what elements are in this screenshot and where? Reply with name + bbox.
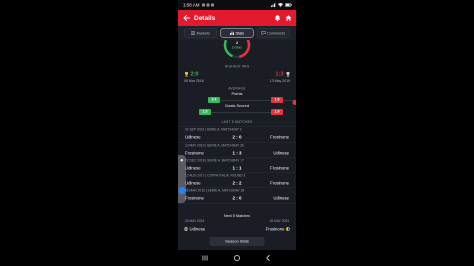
tab-stats[interactable]: Stats: [220, 28, 254, 38]
markets-icon: [191, 31, 196, 35]
next-matches-title: Next 5 Matches: [223, 213, 251, 219]
screen-recorder-widget[interactable]: [178, 155, 186, 203]
match-meta: 22 DEC 2018 | SERIE A, MATCHDAY 17: [185, 159, 244, 163]
next-home-team-name: Udinese: [189, 226, 206, 232]
recorder-dot-icon: [180, 159, 183, 162]
notification-icons: [202, 3, 214, 7]
tab-label: Comments: [267, 30, 286, 36]
next-away-team: Frosinone: [266, 226, 290, 233]
match-meta: 06 MAR 2016 | SERIE A, MATCHDAY 28: [185, 189, 245, 193]
points-away-value: 1.6: [271, 97, 283, 103]
next-match-row[interactable]: Udinese Frosinone: [178, 226, 296, 233]
signal-icon: [271, 2, 276, 7]
match-item[interactable]: 22 DEC 2018 | SERIE A, MATCHDAY 17 Udine…: [178, 157, 296, 173]
home-icon[interactable]: [285, 15, 292, 22]
draws-label: Draws: [232, 46, 242, 50]
status-time: 1:58 AM: [183, 2, 200, 8]
match-item[interactable]: 02 SEP 2023 | SERIE A, MATCHDAY 3 Udines…: [178, 126, 296, 142]
goals-home-value: 1.3: [199, 109, 211, 115]
away-team: Udinese: [273, 195, 289, 201]
match-meta: 02 SEP 2023 | SERIE A, MATCHDAY 3: [185, 128, 242, 132]
highest-win-home-score: 2:0: [190, 71, 199, 77]
match-item[interactable]: 12 AUG 2017 | COPPA ITALIA, ROUND 3 Udin…: [178, 172, 296, 188]
udinese-logo: [184, 227, 188, 231]
points-track: [220, 100, 296, 101]
tab-bar: Markets Stats Comments: [178, 26, 296, 40]
tab-label: Markets: [196, 30, 210, 36]
page-title: Details: [194, 14, 216, 22]
recent-apps-icon[interactable]: [202, 255, 209, 262]
trophy-icon: [185, 72, 188, 77]
away-team: Frosinone: [270, 165, 289, 171]
highest-win-title: HIGHEST WIN: [224, 65, 250, 69]
season-stats-button[interactable]: Season Stats: [209, 237, 265, 246]
match-row: Udinese 2 : 2 Frosinone: [178, 180, 296, 187]
arrow-left-icon[interactable]: [183, 14, 191, 22]
next-away-team-name: Frosinone: [265, 226, 285, 232]
match-meta: 12 AUG 2017 | COPPA ITALIA, ROUND 3: [185, 174, 246, 178]
tab-label: Stats: [235, 30, 245, 36]
phone-viewport: 1:58 AM Details Markets Stats Comments 2…: [178, 0, 296, 266]
average-title: AVERAGE: [228, 87, 246, 91]
tab-markets[interactable]: Markets: [184, 28, 217, 38]
app-header: Details: [178, 10, 296, 26]
comments-icon: [261, 31, 266, 35]
wifi-icon: [278, 3, 283, 7]
stats-icon: [229, 31, 234, 35]
away-team: Frosinone: [270, 180, 289, 186]
recorder-bubble-icon[interactable]: [178, 187, 186, 194]
highest-win-away-date: 13 May 2019: [269, 79, 290, 84]
match-item[interactable]: 13 MAY 2019 | SERIE A, MATCHDAY 36 Frosi…: [178, 142, 296, 158]
points-label: Points: [231, 91, 243, 97]
goals-track: [211, 112, 271, 113]
frosinone-logo: [286, 227, 290, 231]
trophy-icon: [286, 72, 290, 77]
notification-icon: [202, 3, 205, 7]
section-divider: [178, 203, 296, 204]
battery-icon: [285, 2, 292, 7]
match-row: Udinese 1 : 1 Frosinone: [178, 165, 296, 172]
system-nav-bar: [178, 250, 296, 266]
match-row: Udinese 2 : 0 Frosinone: [178, 134, 296, 141]
goals-away-value: 1.6: [271, 109, 283, 115]
highest-win-home-date: 06 Mar 2016: [184, 79, 204, 84]
next-home-team: Udinese: [184, 226, 205, 233]
last-matches-title: LAST 5 MATCHES: [221, 120, 253, 125]
status-icons: [271, 2, 292, 7]
phone-screen: 1:58 AM Details Markets Stats Comments 2…: [178, 0, 296, 266]
nav-back-icon[interactable]: [265, 255, 272, 262]
match-row: Frosinone 1 : 3 Udinese: [178, 150, 296, 157]
next-match-date: 26 MAY 2024: [185, 219, 205, 224]
edge-indicator-dot: [292, 100, 296, 105]
away-team: Frosinone: [270, 134, 289, 140]
match-row: Frosinone 2 : 0 Udinese: [178, 195, 296, 202]
match-meta: 13 MAY 2019 | SERIE A, MATCHDAY 36: [185, 144, 244, 148]
next-match-date-right: 26 MAY 2024: [269, 219, 289, 224]
notification-icon: [211, 3, 214, 7]
home-circle-icon[interactable]: [234, 255, 241, 262]
stats-content[interactable]: 2 Draws HIGHEST WIN 2:0 1:3 06 Mar 2016 …: [178, 40, 296, 250]
points-home-value: 2.4: [208, 97, 220, 103]
draws-count: 2: [235, 40, 239, 46]
highest-win-away-score: 1:3: [275, 71, 284, 77]
away-team: Udinese: [273, 150, 289, 156]
goals-scored-label: Goals Scored: [224, 103, 250, 109]
bell-icon[interactable]: [274, 15, 281, 22]
tab-comments[interactable]: Comments: [257, 28, 290, 38]
status-bar: 1:58 AM: [178, 0, 296, 10]
match-item[interactable]: 06 MAR 2016 | SERIE A, MATCHDAY 28 Frosi…: [178, 187, 296, 203]
notification-icon: [206, 3, 210, 7]
